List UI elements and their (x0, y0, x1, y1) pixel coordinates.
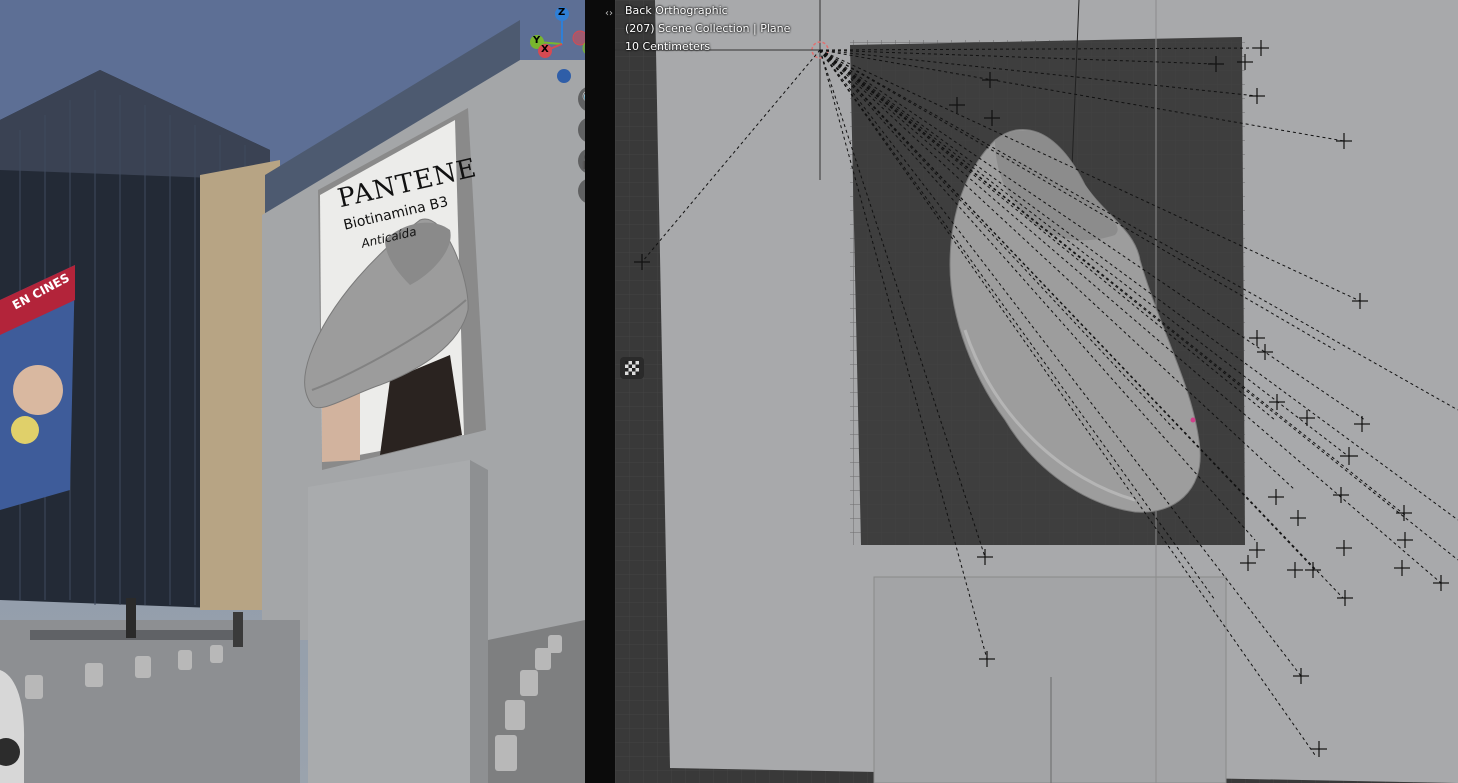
orthographic-scene-render (615, 0, 1458, 783)
grid-scale-label: 10 Centimeters (625, 40, 711, 53)
sidebar-toggle-button[interactable] (620, 357, 644, 379)
gizmo-x-label[interactable]: X (541, 44, 549, 55)
checker-icon (625, 361, 639, 375)
collapse-arrows-icon[interactable]: ‹› (605, 8, 613, 19)
blender-window: PANTENE Biotinamina B3 Anticaída EN CINE… (0, 0, 1458, 783)
camera-viewport[interactable]: PANTENE Biotinamina B3 Anticaída EN CINE… (0, 0, 585, 783)
area-splitter[interactable]: ‹› (585, 0, 615, 783)
view-name-label: Back Orthographic (625, 4, 728, 17)
gizmo-z-label[interactable]: Z (558, 7, 565, 18)
navigation-gizmo[interactable]: Z Y X (520, 0, 585, 95)
gizmo-y-label[interactable]: Y (533, 35, 540, 46)
gizmo-axes-icon (530, 7, 585, 83)
orthographic-viewport[interactable]: Back Orthographic (207) Scene Collection… (615, 0, 1458, 783)
collection-info-label: (207) Scene Collection | Plane (625, 22, 791, 35)
camera-background-render (0, 0, 585, 783)
